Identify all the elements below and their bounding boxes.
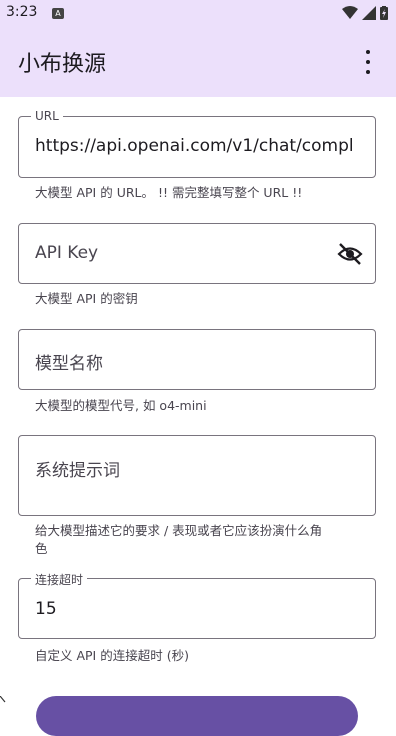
scroll-edge-mark: [0, 696, 6, 703]
battery-icon: [380, 6, 388, 20]
notification-icon: A: [52, 8, 64, 19]
system-prompt-helper-line1: 给大模型描述它的要求 / 表现或者它应该扮演什么角: [35, 523, 323, 538]
system-prompt-helper: 给大模型描述它的要求 / 表现或者它应该扮演什么角 色: [35, 522, 322, 558]
system-prompt-placeholder: 系统提示词: [35, 461, 120, 481]
url-helper: 大模型 API 的 URL。 !! 需完整填写整个 URL !!: [35, 185, 303, 200]
timeout-field-label: 连接超时: [31, 571, 88, 588]
timeout-field[interactable]: 连接超时 15: [18, 571, 376, 639]
status-time: 3:23: [6, 4, 38, 20]
api-key-helper: 大模型 API 的密钥: [35, 291, 138, 306]
timeout-helper: 自定义 API 的连接超时 (秒): [35, 648, 189, 663]
api-key-placeholder: API Key: [35, 243, 99, 263]
timeout-field-value[interactable]: 15: [35, 599, 57, 619]
system-prompt-helper-line2: 色: [35, 541, 48, 556]
status-icons: [342, 6, 388, 20]
signal-icon: [362, 6, 376, 20]
url-field-value[interactable]: https://api.openai.com/v1/chat/compl: [35, 136, 361, 156]
url-field[interactable]: URL https://api.openai.com/v1/chat/compl: [18, 109, 376, 178]
model-name-placeholder: 模型名称: [35, 354, 103, 374]
app-title: 小布换源: [18, 52, 107, 77]
more-vert-icon[interactable]: [358, 50, 378, 74]
wifi-icon: [342, 6, 358, 19]
model-name-helper: 大模型的模型代号, 如 o4-mini: [35, 398, 207, 413]
model-name-field[interactable]: 模型名称: [18, 329, 376, 390]
system-prompt-field[interactable]: 系统提示词: [18, 435, 376, 516]
api-key-field[interactable]: API Key: [18, 223, 376, 284]
status-bar: 3:23 A: [0, 0, 396, 28]
url-field-label: URL: [31, 109, 63, 123]
app-bar: 小布换源: [0, 28, 396, 97]
save-button[interactable]: [36, 696, 358, 736]
visibility-off-icon[interactable]: [337, 242, 363, 266]
